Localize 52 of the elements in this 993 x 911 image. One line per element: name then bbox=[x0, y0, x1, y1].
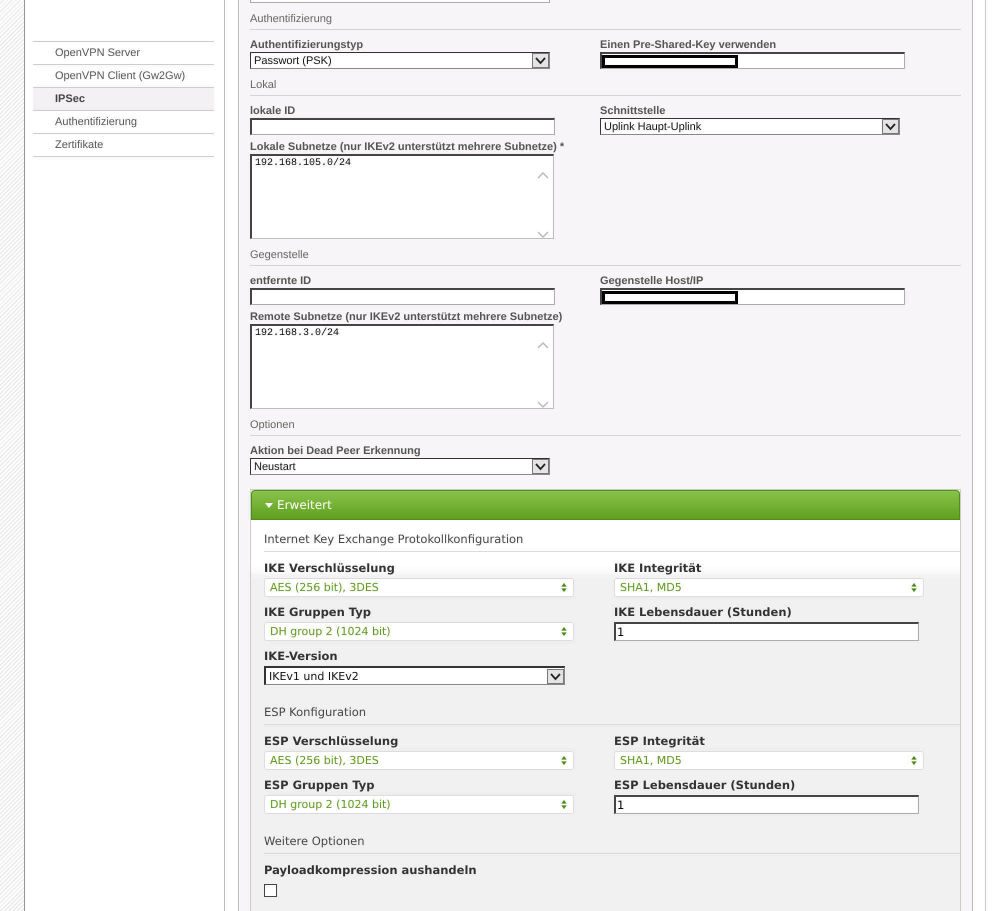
sort-arrows-icon bbox=[561, 583, 567, 592]
sidebar-item[interactable]: Zertifikate bbox=[33, 134, 214, 157]
field-label: ESP Integrität bbox=[614, 734, 706, 748]
field-label: ESP Verschlüsselung bbox=[264, 734, 400, 748]
section-heading: Gegenstelle bbox=[250, 249, 961, 266]
field-label: Payloadkompression aushandeln bbox=[264, 863, 478, 877]
field-label: ESP Lebensdauer (Stunden) bbox=[614, 778, 796, 792]
field-label: Schnittstelle bbox=[600, 105, 666, 117]
select-field[interactable]: IKEv1 und IKEv2 bbox=[264, 666, 565, 685]
section-heading: Lokal bbox=[250, 79, 961, 96]
field-label: Aktion bei Dead Peer Erkennung bbox=[250, 445, 422, 457]
scroll-arrows-icon bbox=[537, 342, 549, 408]
text-field[interactable] bbox=[600, 52, 905, 69]
field-label: IKE Integrität bbox=[614, 561, 702, 575]
sidebar-item[interactable]: IPSec bbox=[33, 88, 214, 111]
field-label: Remote Subnetze (nur IKEv2 unterstützt mehrere Subnetze) bbox=[250, 311, 564, 323]
sort-arrows-icon bbox=[561, 756, 567, 765]
field-label: Authentifizierungstyp bbox=[250, 39, 364, 51]
text-field[interactable]: 1 bbox=[614, 795, 919, 814]
section-heading: Authentifizierung bbox=[250, 13, 961, 30]
sidebar-item[interactable]: Authentifizierung bbox=[33, 111, 214, 134]
scroll-arrows-icon bbox=[537, 172, 549, 238]
field-label: lokale ID bbox=[250, 105, 296, 117]
section-heading: ESP Konfiguration bbox=[264, 693, 960, 725]
field-label: Einen Pre-Shared-Key verwenden bbox=[600, 39, 778, 51]
sort-arrows-icon bbox=[911, 756, 917, 765]
field-label: IKE Lebensdauer (Stunden) bbox=[614, 605, 793, 619]
sort-arrows-icon bbox=[911, 583, 917, 592]
sort-arrows-icon bbox=[561, 627, 567, 636]
select-field[interactable]: Uplink Haupt-Uplink bbox=[600, 118, 900, 135]
field-label: Gegenstelle Host/IP bbox=[600, 275, 704, 287]
sort-arrows-icon bbox=[561, 800, 567, 809]
select-field[interactable]: Passwort (PSK) bbox=[250, 52, 550, 69]
field-label: Lokale Subnetze (nur IKEv2 unterstützt mehrere Subnetze) * bbox=[250, 141, 566, 153]
checkbox[interactable] bbox=[264, 884, 277, 897]
section-heading: Optionen bbox=[250, 419, 961, 436]
text-field[interactable] bbox=[600, 288, 905, 305]
select-field[interactable]: Neustart bbox=[250, 458, 550, 475]
text-area[interactable]: 192.168.3.0/24 bbox=[250, 324, 554, 409]
field-label: ESP Gruppen Typ bbox=[264, 778, 376, 792]
text-field[interactable]: 1 bbox=[614, 622, 919, 641]
text-field[interactable] bbox=[250, 288, 555, 305]
section-heading: Internet Key Exchange Protokollkonfiguration bbox=[264, 520, 960, 552]
text-area[interactable]: 192.168.105.0/24 bbox=[250, 154, 554, 239]
field-label: IKE Verschlüsselung bbox=[264, 561, 396, 575]
text-field[interactable] bbox=[250, 118, 555, 135]
field-label: IKE-Version bbox=[264, 649, 339, 663]
caret-down-icon bbox=[265, 502, 273, 508]
sidebar-item[interactable]: OpenVPN Server bbox=[33, 42, 214, 65]
field-label: entfernte ID bbox=[250, 275, 312, 287]
section-heading: Weitere Optionen bbox=[264, 822, 960, 854]
field-label: IKE Gruppen Typ bbox=[264, 605, 372, 619]
